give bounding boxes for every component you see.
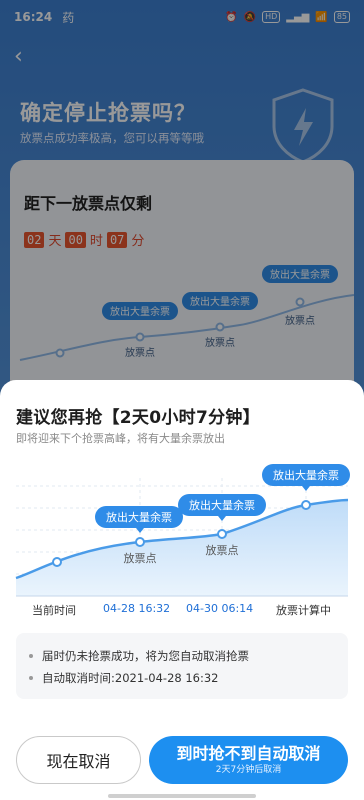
chart-point-1 — [135, 537, 145, 547]
x-label-time-2: 04-30 06:14 — [186, 602, 254, 615]
bottom-sheet: 建议您再抢【2天0小时7分钟】 即将迎来下个抢票高峰，将有大量余票放出 放出大量… — [0, 380, 364, 800]
badge-release-2: 放出大量余票 — [178, 494, 266, 521]
bullet-dot — [29, 676, 33, 680]
badge-release-1: 放出大量余票 — [95, 506, 183, 533]
bullet-dot — [29, 654, 33, 658]
auto-cancel-label: 到时抢不到自动取消 — [176, 744, 321, 763]
badge-release-3: 放出大量余票 — [262, 464, 350, 491]
chart-point-current — [52, 557, 62, 567]
auto-cancel-button[interactable]: 到时抢不到自动取消 2天7分钟后取消 — [149, 736, 348, 784]
release-trend-chart: 放出大量余票 放出大量余票 放出大量余票 放票点 放票点 — [15, 464, 350, 597]
info-text: 自动取消时间:2021-04-28 16:32 — [42, 671, 219, 685]
chart-x-axis-labels: 当前时间 04-28 16:32 04-30 06:14 放票计算中 — [0, 602, 364, 620]
svg-text:放出大量余票: 放出大量余票 — [106, 510, 172, 524]
info-row-auto-cancel: 届时仍未抢票成功，将为您自动取消抢票 — [28, 645, 336, 667]
cancel-now-button[interactable]: 现在取消 — [16, 736, 141, 784]
svg-text:放出大量余票: 放出大量余票 — [189, 498, 255, 512]
point-label-2: 放票点 — [206, 543, 239, 557]
sheet-title: 建议您再抢【2天0小时7分钟】 — [16, 408, 260, 428]
info-text: 届时仍未抢票成功，将为您自动取消抢票 — [42, 649, 249, 663]
chart-point-2 — [217, 529, 227, 539]
info-box: 届时仍未抢票成功，将为您自动取消抢票 自动取消时间:2021-04-28 16:… — [16, 633, 348, 699]
x-label-time-1: 04-28 16:32 — [103, 602, 171, 615]
auto-cancel-sublabel: 2天7分钟后取消 — [215, 765, 282, 775]
x-label-calculating: 放票计算中 — [276, 604, 331, 617]
sheet-subtitle: 即将迎来下个抢票高峰，将有大量余票放出 — [16, 432, 225, 445]
chart-point-3 — [301, 500, 311, 510]
info-row-cancel-time: 自动取消时间:2021-04-28 16:32 — [28, 667, 336, 689]
svg-text:放出大量余票: 放出大量余票 — [273, 468, 339, 482]
x-label-current: 当前时间 — [32, 604, 76, 617]
home-indicator[interactable] — [108, 794, 256, 798]
point-label-1: 放票点 — [124, 551, 157, 565]
